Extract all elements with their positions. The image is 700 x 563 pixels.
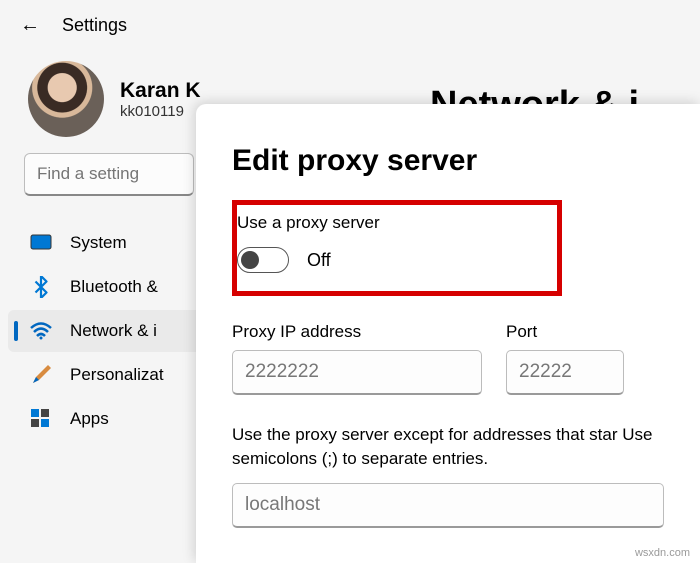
dialog-title: Edit proxy server xyxy=(232,144,664,178)
wifi-icon xyxy=(30,320,52,342)
brush-icon xyxy=(30,364,52,386)
avatar xyxy=(28,61,104,137)
app-title: Settings xyxy=(62,15,127,36)
profile-email: kk010119 xyxy=(120,103,201,120)
toggle-state: Off xyxy=(307,250,331,271)
exceptions-input[interactable] xyxy=(232,483,664,528)
watermark: wsxdn.com xyxy=(635,547,690,559)
use-proxy-toggle[interactable] xyxy=(237,247,289,273)
proxy-ip-input[interactable] xyxy=(232,350,482,395)
display-icon xyxy=(30,232,52,254)
ip-label: Proxy IP address xyxy=(232,322,482,342)
edit-proxy-dialog: Edit proxy server Use a proxy server Off… xyxy=(196,104,700,563)
profile-name: Karan K xyxy=(120,79,201,103)
help-text: Use the proxy server except for addresse… xyxy=(232,423,664,471)
sidebar-item-label: Apps xyxy=(70,409,109,429)
sidebar-item-label: Bluetooth & xyxy=(70,277,158,297)
sidebar-item-label: System xyxy=(70,233,127,253)
bluetooth-icon xyxy=(30,276,52,298)
highlight-box: Use a proxy server Off xyxy=(232,200,562,296)
toggle-label: Use a proxy server xyxy=(237,213,447,233)
proxy-port-input[interactable] xyxy=(506,350,624,395)
apps-icon xyxy=(30,408,52,430)
search-input[interactable] xyxy=(24,153,194,196)
back-button[interactable]: ← xyxy=(20,14,40,37)
sidebar-item-label: Network & i xyxy=(70,321,157,341)
sidebar-item-label: Personalizat xyxy=(70,365,164,385)
port-label: Port xyxy=(506,322,624,342)
